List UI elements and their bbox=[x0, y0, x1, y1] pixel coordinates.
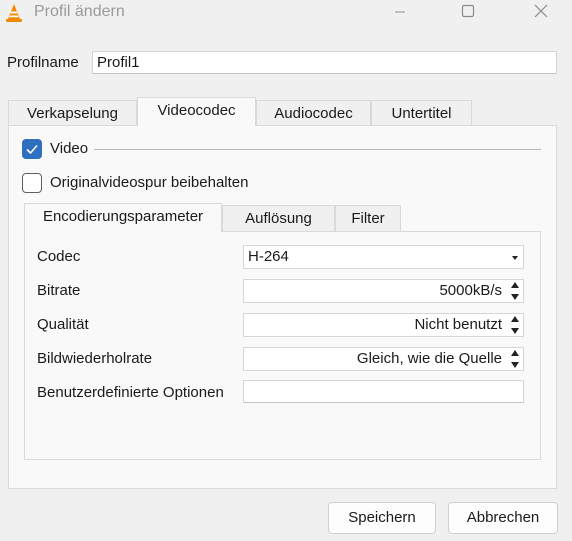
bitrate-stepper[interactable] bbox=[508, 282, 521, 300]
keep-original-checkbox[interactable] bbox=[22, 173, 42, 193]
arrow-down-icon[interactable] bbox=[510, 362, 519, 368]
video-label: Video bbox=[50, 140, 89, 157]
arrow-up-icon[interactable] bbox=[510, 316, 519, 322]
framerate-value: Gleich, wie die Quelle bbox=[356, 350, 502, 367]
tab-filter[interactable]: Filter bbox=[335, 205, 401, 231]
framerate-stepper[interactable] bbox=[508, 350, 521, 368]
group-divider bbox=[94, 149, 541, 150]
bitrate-spinbox[interactable]: 5000kB/s bbox=[243, 279, 524, 303]
tab-encodierungsparameter[interactable]: Encodierungsparameter bbox=[24, 203, 222, 232]
tab-aufloesung[interactable]: Auflösung bbox=[222, 205, 335, 231]
tab-audiocodec[interactable]: Audiocodec bbox=[256, 100, 371, 126]
quality-stepper[interactable] bbox=[508, 316, 521, 334]
maximize-button[interactable] bbox=[445, 0, 491, 26]
title-bar: Profil ändern bbox=[0, 0, 572, 26]
codec-label: Codec bbox=[37, 248, 81, 265]
save-button[interactable]: Speichern bbox=[328, 502, 436, 534]
codec-select[interactable]: H-264 bbox=[243, 245, 524, 269]
arrow-down-icon[interactable] bbox=[510, 328, 519, 334]
chevron-down-icon bbox=[512, 256, 518, 260]
profile-name-label: Profilname bbox=[7, 54, 79, 71]
custom-options-label: Benutzerdefinierte Optionen bbox=[37, 384, 224, 401]
framerate-spinbox[interactable]: Gleich, wie die Quelle bbox=[243, 347, 524, 371]
window-title: Profil ändern bbox=[34, 3, 125, 20]
tab-videocodec[interactable]: Videocodec bbox=[137, 97, 256, 126]
profile-name-input[interactable]: Profil1 bbox=[92, 51, 557, 74]
tab-verkapselung[interactable]: Verkapselung bbox=[8, 100, 137, 126]
checkmark-icon bbox=[23, 140, 41, 158]
bitrate-label: Bitrate bbox=[37, 282, 81, 299]
close-button[interactable] bbox=[518, 0, 564, 26]
tab-untertitel[interactable]: Untertitel bbox=[371, 100, 472, 126]
minimize-icon bbox=[394, 5, 406, 22]
arrow-up-icon[interactable] bbox=[510, 282, 519, 288]
keep-original-label: Originalvideospur beibehalten bbox=[50, 174, 249, 191]
quality-spinbox[interactable]: Nicht benutzt bbox=[243, 313, 524, 337]
arrow-down-icon[interactable] bbox=[510, 294, 519, 300]
cancel-button[interactable]: Abbrechen bbox=[448, 502, 558, 534]
quality-label: Qualität bbox=[37, 316, 89, 333]
video-checkbox[interactable] bbox=[22, 139, 42, 159]
codec-value: H-264 bbox=[248, 248, 289, 265]
quality-value: Nicht benutzt bbox=[414, 316, 502, 333]
custom-options-input[interactable] bbox=[243, 380, 524, 403]
framerate-label: Bildwiederholrate bbox=[37, 350, 153, 367]
minimize-button[interactable] bbox=[377, 0, 423, 26]
close-icon bbox=[534, 4, 548, 22]
vlc-cone-icon bbox=[5, 3, 23, 23]
maximize-icon bbox=[461, 4, 475, 22]
arrow-up-icon[interactable] bbox=[510, 350, 519, 356]
bitrate-value: 5000kB/s bbox=[439, 282, 502, 299]
